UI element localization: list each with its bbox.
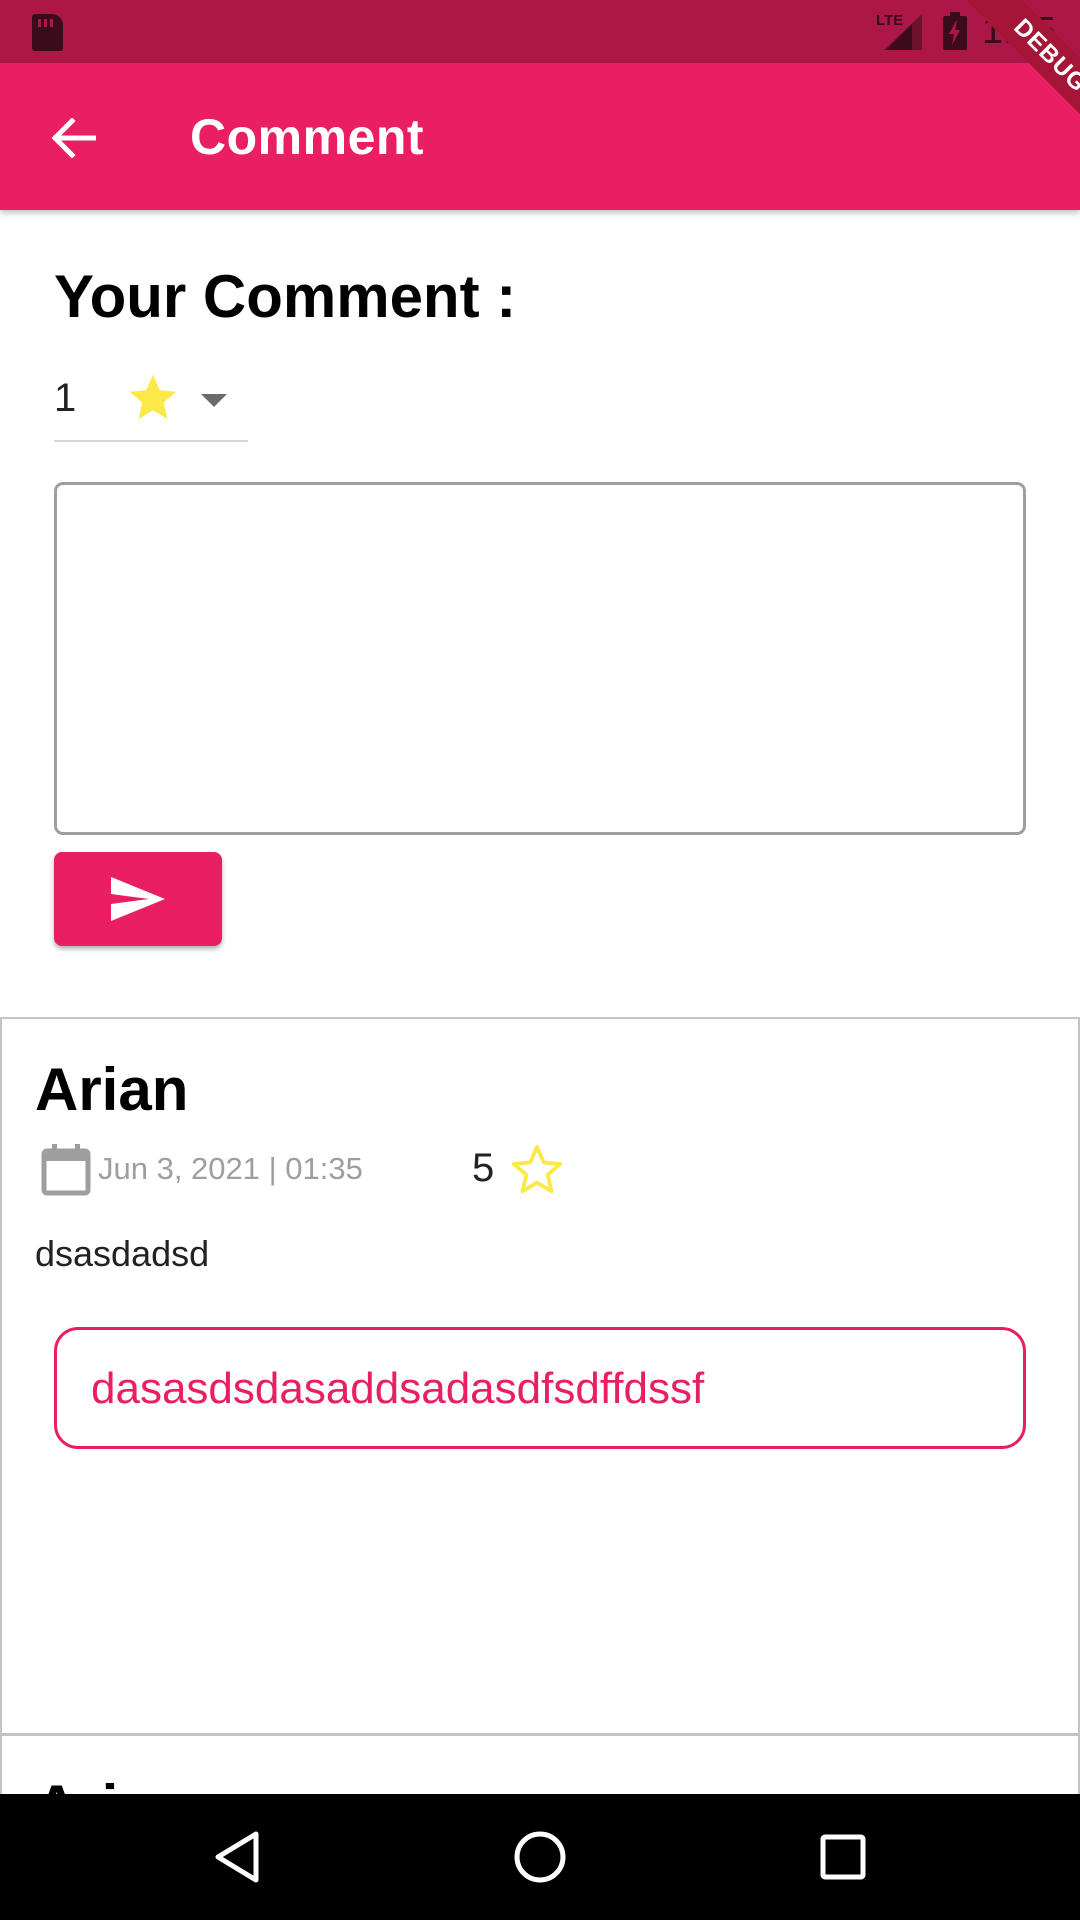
calendar-icon bbox=[41, 1144, 91, 1196]
form-heading: Your Comment : bbox=[54, 263, 517, 330]
send-button[interactable] bbox=[54, 852, 222, 946]
star-filled-icon bbox=[129, 374, 177, 419]
triangle-back-icon bbox=[215, 1831, 259, 1883]
status-bar: LTE 1:35 bbox=[0, 0, 1080, 63]
arrow-back-icon bbox=[51, 118, 96, 158]
sd-card-icon bbox=[32, 14, 63, 51]
send-icon bbox=[111, 877, 165, 921]
rating-dropdown-value: 1 bbox=[54, 376, 77, 420]
reply-box: dasasdsdasaddsadasdfsdffdssf bbox=[54, 1327, 1026, 1449]
comment-input[interactable] bbox=[54, 482, 1026, 835]
comment-card: Arian Jun 3, 2021 | 01:35 5 dsasdadsd da… bbox=[0, 1017, 1080, 1735]
circle-home-icon bbox=[514, 1831, 566, 1883]
square-recents-icon bbox=[820, 1834, 866, 1880]
page-title: Comment bbox=[190, 109, 425, 165]
clock-time: 1:35 bbox=[982, 10, 1056, 52]
nav-recents-button[interactable] bbox=[810, 1824, 876, 1890]
battery-charging-icon bbox=[943, 12, 967, 50]
back-button[interactable] bbox=[30, 103, 116, 173]
nav-back-button[interactable] bbox=[204, 1824, 270, 1890]
comment-body: dsasdadsd bbox=[35, 1233, 210, 1274]
rating-dropdown[interactable]: 1 bbox=[54, 368, 248, 442]
comment-author: Arian bbox=[35, 1056, 189, 1123]
signal-icon bbox=[884, 14, 922, 50]
chevron-down-icon bbox=[201, 394, 227, 407]
star-outline-icon bbox=[511, 1145, 563, 1194]
app-bar: Comment bbox=[0, 63, 1080, 210]
system-nav-bar bbox=[0, 1794, 1080, 1920]
comment-date: Jun 3, 2021 | 01:35 bbox=[98, 1151, 363, 1186]
reply-text: dasasdsdasaddsadasdfsdffdssf bbox=[91, 1364, 705, 1413]
comment-rating: 5 bbox=[472, 1146, 495, 1190]
nav-home-button[interactable] bbox=[507, 1824, 573, 1890]
